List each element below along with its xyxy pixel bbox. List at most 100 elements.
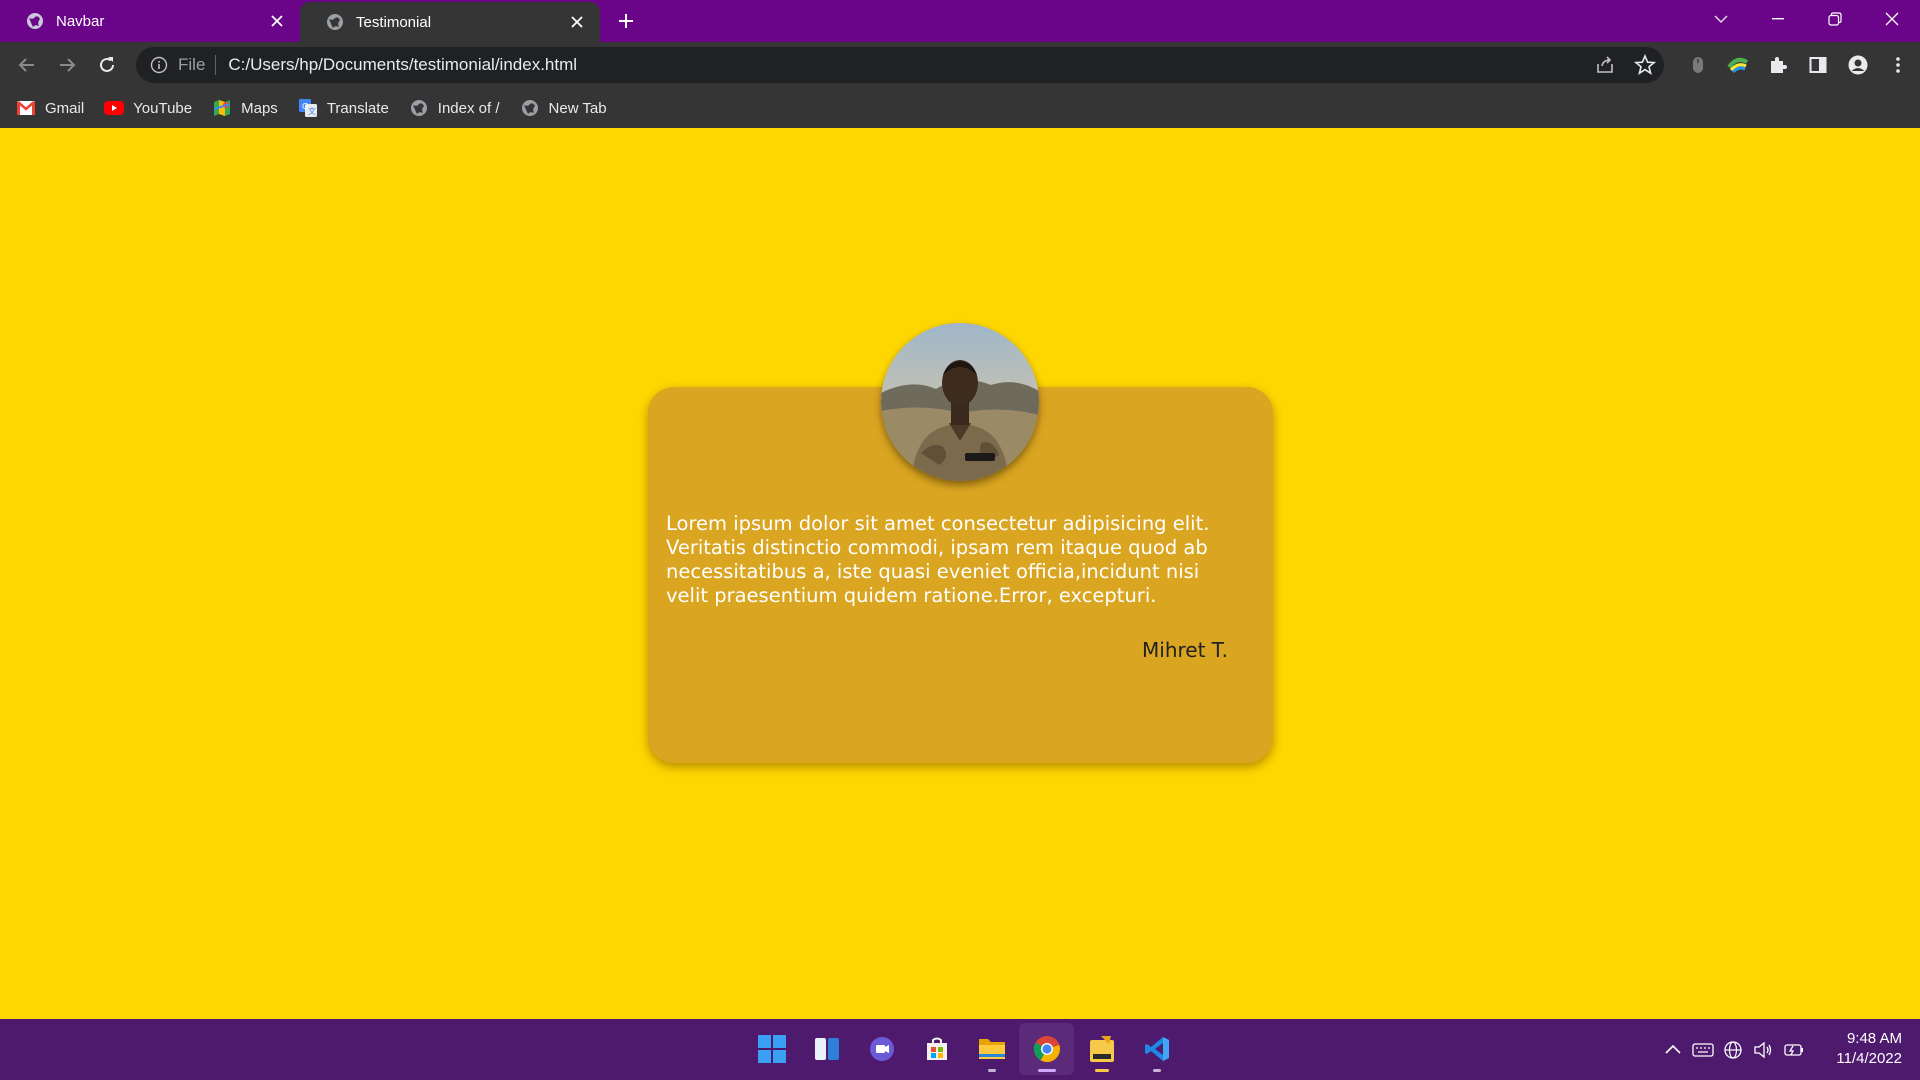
tab-title: Navbar — [56, 12, 105, 30]
gmail-icon — [16, 99, 36, 117]
reload-icon — [100, 57, 114, 72]
extension-button[interactable] — [1718, 45, 1758, 85]
testimonial-quote: Lorem ipsum dolor sit amet consectetur a… — [666, 512, 1210, 607]
tab-testimonial[interactable]: Testimonial — [300, 2, 600, 42]
clock-date: 11/4/2022 — [1836, 1050, 1902, 1067]
running-indicator — [987, 1069, 996, 1072]
profile-button[interactable] — [1838, 45, 1878, 85]
running-indicator — [1094, 1069, 1109, 1072]
chrome-icon — [1033, 1036, 1060, 1063]
bookmark-gmail[interactable]: Gmail — [16, 99, 84, 117]
running-indicator — [1037, 1069, 1056, 1072]
extension-color-icon — [1727, 57, 1749, 74]
globe-icon — [409, 99, 429, 117]
vscode-icon — [1144, 1037, 1169, 1061]
restore-button[interactable] — [1806, 0, 1863, 38]
chrome-button[interactable] — [1019, 1023, 1074, 1075]
globe-icon — [327, 14, 343, 30]
player-icon — [1089, 1036, 1114, 1062]
svg-text:文: 文 — [308, 106, 316, 116]
globe-icon — [520, 99, 540, 117]
side-panel-icon — [1809, 57, 1827, 73]
share-icon[interactable] — [1594, 54, 1616, 76]
reload-button[interactable] — [87, 45, 127, 85]
teams-chat-button[interactable] — [854, 1023, 909, 1075]
arrow-right-icon — [60, 58, 76, 72]
keyboard-icon — [1692, 1042, 1714, 1057]
widgets-icon — [814, 1038, 839, 1060]
bookmark-label: Index of / — [437, 99, 500, 117]
vscode-button[interactable] — [1129, 1023, 1184, 1075]
system-tray — [1658, 1019, 1808, 1080]
url-text[interactable]: C:/Users/hp/Documents/testimonial/index.… — [228, 55, 577, 75]
tab-navbar[interactable]: Navbar — [0, 0, 300, 42]
keyboard-button[interactable] — [1688, 1035, 1718, 1065]
minimize-icon — [1771, 18, 1784, 20]
show-hidden-icons-button[interactable] — [1658, 1035, 1688, 1065]
browser-toolbar: File C:/Users/hp/Documents/testimonial/i… — [0, 42, 1920, 88]
running-indicator — [1152, 1069, 1161, 1072]
new-tab-button[interactable] — [606, 0, 646, 42]
address-bar[interactable]: File C:/Users/hp/Documents/testimonial/i… — [136, 47, 1664, 83]
bookmark-index-of[interactable]: Index of / — [409, 99, 500, 117]
translate-icon: G文 — [298, 99, 318, 117]
bookmark-maps[interactable]: Maps — [212, 99, 278, 117]
globe-icon — [27, 13, 43, 29]
back-button[interactable] — [7, 45, 47, 85]
bookmark-label: YouTube — [133, 99, 193, 117]
store-button[interactable] — [909, 1023, 964, 1075]
side-panel-button[interactable] — [1798, 45, 1838, 85]
forward-button[interactable] — [47, 45, 87, 85]
extension-button[interactable] — [1678, 45, 1718, 85]
volume-button[interactable] — [1748, 1035, 1778, 1065]
bookmark-label: Translate — [326, 99, 389, 117]
scheme-label: File — [178, 55, 206, 74]
star-icon[interactable] — [1634, 54, 1656, 76]
bookmark-translate[interactable]: G文 Translate — [298, 99, 389, 117]
battery-button[interactable] — [1778, 1035, 1808, 1065]
taskbar: 9:48 AM 11/4/2022 — [0, 1019, 1920, 1080]
teams-chat-icon — [869, 1037, 894, 1061]
youtube-icon — [104, 99, 125, 117]
close-window-button[interactable] — [1863, 0, 1920, 38]
extensions-area — [1678, 42, 1920, 88]
speaker-icon — [1754, 1041, 1772, 1058]
start-icon — [757, 1035, 786, 1063]
arrow-left-icon — [18, 58, 34, 72]
chevron-down-icon — [1713, 15, 1728, 24]
bookmark-label: Maps — [241, 99, 278, 117]
clock[interactable]: 9:48 AM 11/4/2022 — [1836, 1029, 1902, 1069]
plus-icon — [619, 14, 633, 28]
file-explorer-icon — [978, 1039, 1005, 1059]
player-button[interactable] — [1074, 1023, 1129, 1075]
divider — [215, 55, 217, 75]
network-button[interactable] — [1718, 1035, 1748, 1065]
store-icon — [926, 1037, 947, 1060]
file-explorer-button[interactable] — [964, 1023, 1019, 1075]
bookmark-new-tab[interactable]: New Tab — [520, 99, 607, 117]
close-tab-icon[interactable] — [268, 12, 286, 30]
minimize-button[interactable] — [1749, 0, 1806, 38]
extensions-button[interactable] — [1758, 45, 1798, 85]
close-tab-icon[interactable] — [568, 13, 586, 31]
bookmark-youtube[interactable]: YouTube — [104, 99, 192, 117]
globe-network-icon — [1724, 1040, 1742, 1059]
avatar — [881, 323, 1039, 481]
browser-tabstrip: Navbar Testimonial — [0, 0, 1920, 42]
person-photo — [881, 323, 1039, 481]
clock-time: 9:48 AM — [1846, 1030, 1902, 1047]
kebab-menu-icon — [1896, 57, 1900, 73]
extension-mouse-icon — [1693, 57, 1703, 73]
widgets-button[interactable] — [799, 1023, 854, 1075]
puzzle-icon — [1771, 57, 1787, 73]
tab-title: Testimonial — [356, 13, 432, 31]
testimonial-author: Mihret T. — [1142, 638, 1228, 662]
bookmarks-bar: Gmail YouTube Maps G文 Translate Index of… — [0, 88, 1920, 128]
page-viewport: Lorem ipsum dolor sit amet consectetur a… — [0, 128, 1920, 1019]
start-button[interactable] — [744, 1023, 799, 1075]
bookmark-label: New Tab — [548, 99, 607, 117]
tab-search-button[interactable] — [1692, 0, 1749, 38]
maps-icon — [212, 99, 232, 117]
info-icon[interactable] — [150, 56, 168, 74]
menu-button[interactable] — [1878, 45, 1918, 85]
